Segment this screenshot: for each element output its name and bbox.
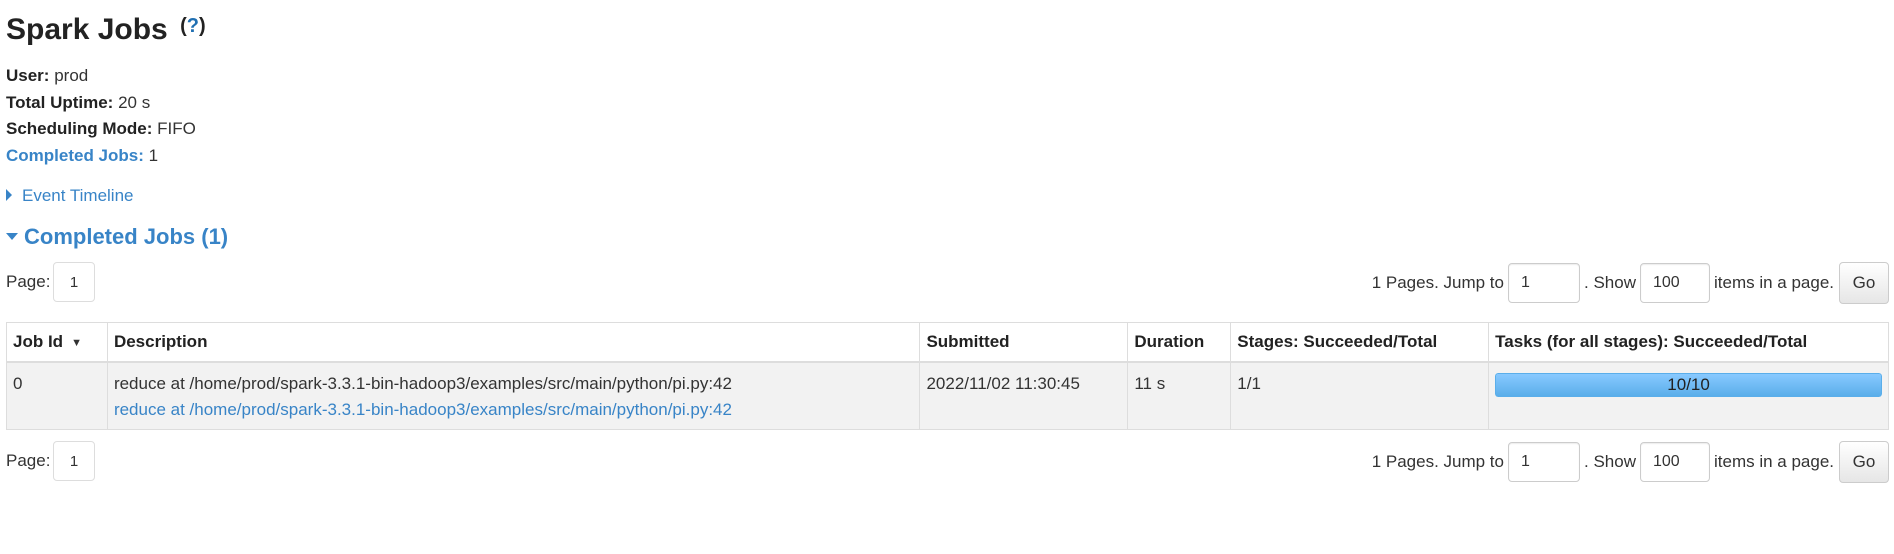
col-description[interactable]: Description xyxy=(106,322,921,363)
completed-jobs-table: Job Id ▼ Description Submitted Duration S… xyxy=(6,322,1889,430)
show-text: . Show xyxy=(1584,273,1636,292)
help-question-icon[interactable]: ? xyxy=(187,15,199,37)
tasks-progress-bar: 10/10 xyxy=(1495,373,1882,397)
col-stages[interactable]: Stages: Succeeded/Total xyxy=(1230,322,1490,363)
page-label: Page: xyxy=(6,451,51,470)
items-text: items in a page. xyxy=(1713,452,1834,471)
uptime-value: 20 s xyxy=(118,92,151,112)
description-link[interactable]: reduce at /home/prod/spark-3.3.1-bin-had… xyxy=(114,397,914,423)
user-value: prod xyxy=(54,66,89,85)
user-label: User: xyxy=(6,66,50,85)
page-number-button[interactable]: 1 xyxy=(53,441,95,481)
pager-controls: 1 Pages. Jump to . Show items in a page.… xyxy=(1372,441,1889,483)
col-duration[interactable]: Duration xyxy=(1127,322,1232,363)
cell-tasks: 10/10 xyxy=(1488,361,1889,430)
description-text: reduce at /home/prod/spark-3.3.1-bin-had… xyxy=(113,374,732,393)
page-label: Page: xyxy=(6,272,51,291)
scheduling-value: FIFO xyxy=(157,119,196,138)
cell-duration: 11 s xyxy=(1127,361,1232,430)
uptime-label: Total Uptime: xyxy=(6,92,114,112)
summary-uptime: Total Uptime: 20 s xyxy=(6,90,196,117)
pager-top: Page: 1 1 Pages. Jump to . Show items in… xyxy=(6,262,1889,306)
completed-jobs-link[interactable]: Completed Jobs: xyxy=(6,146,144,165)
help-paren-open: ( xyxy=(180,15,187,37)
col-job-id-label: Job Id xyxy=(13,332,64,351)
summary-scheduling: Scheduling Mode: FIFO xyxy=(6,116,196,143)
caret-right-icon xyxy=(6,188,12,201)
go-button[interactable]: Go xyxy=(1839,262,1889,304)
col-tasks[interactable]: Tasks (for all stages): Succeeded/Total xyxy=(1488,322,1889,363)
pager-bottom: Page: 1 1 Pages. Jump to . Show items in… xyxy=(6,441,1889,485)
completed-jobs-section-toggle[interactable]: Completed Jobs (1) xyxy=(6,224,228,250)
go-button[interactable]: Go xyxy=(1839,441,1889,483)
cell-submitted: 2022/11/02 11:30:45 xyxy=(919,361,1129,430)
completed-jobs-section-label: Completed Jobs (1) xyxy=(24,224,229,249)
table-row: 0 reduce at /home/prod/spark-3.3.1-bin-h… xyxy=(6,361,1889,430)
col-submitted[interactable]: Submitted xyxy=(919,322,1129,363)
caret-down-icon xyxy=(6,232,18,240)
table-header-row: Job Id ▼ Description Submitted Duration S… xyxy=(6,322,1889,363)
tasks-progress-label: 10/10 xyxy=(1667,375,1710,394)
sort-desc-icon[interactable]: ▼ xyxy=(71,337,82,349)
help-paren-close: ) xyxy=(198,15,206,37)
pages-text: 1 Pages. Jump to xyxy=(1371,273,1504,292)
items-text: items in a page. xyxy=(1713,273,1834,292)
jump-to-page-input[interactable] xyxy=(1508,263,1580,303)
cell-job-id: 0 xyxy=(6,361,108,430)
scheduling-label: Scheduling Mode: xyxy=(6,119,153,138)
event-timeline-toggle[interactable]: Event Timeline xyxy=(6,186,134,206)
pages-text: 1 Pages. Jump to xyxy=(1371,452,1504,471)
summary-list: User: prod Total Uptime: 20 s Scheduling… xyxy=(6,63,196,169)
pager-controls: 1 Pages. Jump to . Show items in a page.… xyxy=(1372,262,1889,304)
page-title: Spark Jobs (?) xyxy=(6,10,206,50)
completed-jobs-count: 1 xyxy=(148,145,159,165)
page-number-button[interactable]: 1 xyxy=(53,262,95,302)
summary-user: User: prod xyxy=(6,63,196,90)
page-title-text: Spark Jobs xyxy=(6,13,168,46)
page-size-input[interactable] xyxy=(1639,442,1710,482)
summary-completed: Completed Jobs: 1 xyxy=(6,143,196,170)
spark-jobs-page: Spark Jobs (?) User: prod Total Uptime: … xyxy=(0,0,1894,554)
event-timeline-label: Event Timeline xyxy=(22,186,134,205)
cell-stages: 1/1 xyxy=(1230,361,1490,430)
jump-to-page-input[interactable] xyxy=(1508,442,1580,482)
col-job-id[interactable]: Job Id ▼ xyxy=(6,322,108,363)
page-size-input[interactable] xyxy=(1639,263,1710,303)
cell-description: reduce at /home/prod/spark-3.3.1-bin-had… xyxy=(106,361,921,430)
show-text: . Show xyxy=(1584,452,1636,471)
help-link[interactable]: (?) xyxy=(180,15,206,37)
